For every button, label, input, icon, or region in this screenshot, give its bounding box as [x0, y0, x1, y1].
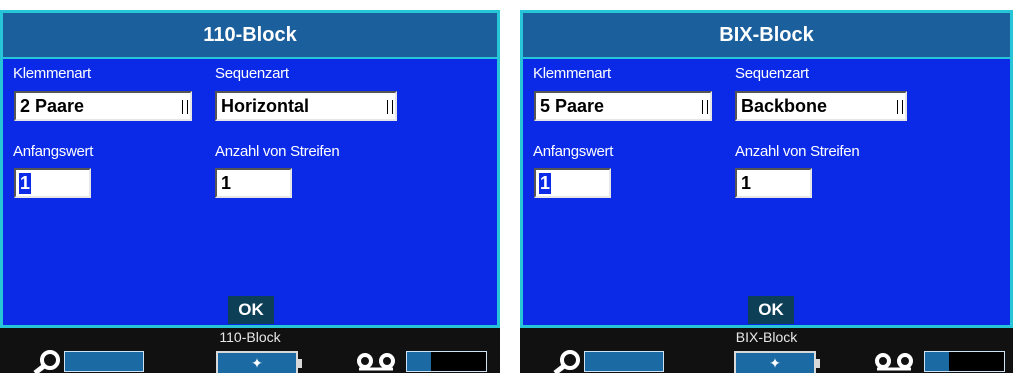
sequenzart-value: Horizontal: [221, 96, 309, 116]
zoom-bar: [64, 351, 144, 372]
anzahl-value: 1: [741, 173, 752, 193]
anzahl-input[interactable]: 1: [215, 168, 292, 198]
tape-cassette-icon: [875, 353, 913, 371]
screen-bix-block: BIX-Block Klemmenart 5 Paare Sequenzart …: [520, 10, 1013, 373]
anzahl-input[interactable]: 1: [735, 168, 812, 198]
tape-meter-fill: [407, 352, 431, 371]
anfangswert-value: 1: [19, 173, 32, 194]
dialog-title: BIX-Block: [523, 13, 1010, 59]
sequenzart-select[interactable]: Horizontal: [215, 91, 397, 121]
dropdown-arrow-icon: [387, 100, 393, 114]
dialog: 110-Block Klemmenart 2 Paare Sequenzart …: [0, 10, 500, 328]
battery-charging-icon: ✦: [734, 351, 820, 373]
anzahl-value: 1: [221, 173, 232, 193]
tape-cassette-icon: [357, 353, 395, 371]
magnifier-icon: [553, 350, 580, 373]
dialog-title: 110-Block: [3, 13, 497, 59]
klemmenart-label: Klemmenart: [13, 65, 91, 82]
ok-button[interactable]: OK: [228, 296, 274, 324]
anfangswert-label: Anfangswert: [533, 143, 614, 160]
anfangswert-input[interactable]: 1: [534, 168, 611, 198]
klemmenart-select[interactable]: 5 Paare: [534, 91, 712, 121]
anfangswert-value: 1: [539, 173, 552, 194]
klemmenart-label: Klemmenart: [533, 65, 611, 82]
sequenzart-value: Backbone: [741, 96, 828, 116]
anzahl-label: Anzahl von Streifen: [215, 143, 340, 160]
dropdown-arrow-icon: [897, 100, 903, 114]
ok-button[interactable]: OK: [748, 296, 794, 324]
status-label: BIX-Block: [735, 329, 798, 345]
dropdown-arrow-icon: [702, 100, 708, 114]
screen-110-block: 110-Block Klemmenart 2 Paare Sequenzart …: [0, 10, 500, 373]
klemmenart-value: 2 Paare: [20, 96, 85, 116]
tape-meter: [924, 351, 1005, 372]
zoom-bar: [584, 351, 664, 372]
dialog: BIX-Block Klemmenart 5 Paare Sequenzart …: [520, 10, 1013, 328]
tape-meter-fill: [925, 352, 949, 371]
magnifier-icon: [33, 350, 60, 373]
tape-meter: [406, 351, 487, 372]
klemmenart-select[interactable]: 2 Paare: [14, 91, 192, 121]
status-bar: ✦: [0, 348, 500, 373]
battery-charging-icon: ✦: [216, 351, 302, 373]
sequenzart-label: Sequenzart: [215, 65, 289, 82]
klemmenart-value: 5 Paare: [540, 96, 605, 116]
sequenzart-label: Sequenzart: [735, 65, 809, 82]
status-bar: ✦: [520, 348, 1013, 373]
anfangswert-label: Anfangswert: [13, 143, 94, 160]
anfangswert-input[interactable]: 1: [14, 168, 91, 198]
sequenzart-select[interactable]: Backbone: [735, 91, 907, 121]
dropdown-arrow-icon: [182, 100, 188, 114]
anzahl-label: Anzahl von Streifen: [735, 143, 860, 160]
status-label: 110-Block: [219, 329, 281, 345]
